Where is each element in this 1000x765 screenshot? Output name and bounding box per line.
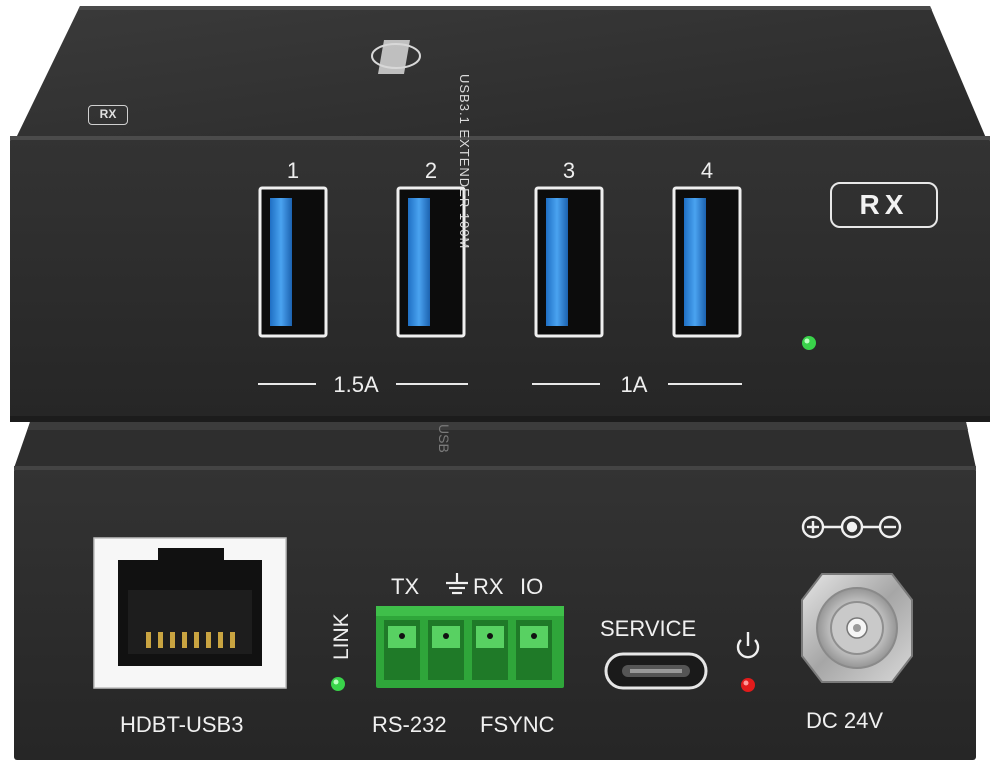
- top-model-print: USB3.1 EXTENDER 100M: [457, 74, 472, 250]
- usb-port-number-2: 2: [424, 158, 438, 183]
- dc-label: DC 24V: [806, 708, 884, 733]
- link-label: LINK: [330, 613, 353, 660]
- usb-port-number-3: 3: [562, 158, 576, 183]
- rating-label-left: 1.5A: [333, 372, 379, 397]
- terminal-label-tx: TX: [391, 574, 420, 599]
- power-led: [741, 678, 755, 692]
- usb-port-2[interactable]: [396, 186, 466, 338]
- rx-badge: RX: [830, 182, 938, 228]
- terminal-block[interactable]: [376, 606, 564, 688]
- side-print: USB: [436, 424, 452, 453]
- terminal-label-io: IO: [520, 574, 544, 599]
- usb-c-service-port[interactable]: [604, 652, 708, 690]
- rj45-label: HDBT-USB3: [120, 712, 244, 737]
- rating-label-right: 1A: [620, 372, 648, 397]
- usb-port-1[interactable]: [258, 186, 328, 338]
- service-label: SERVICE: [600, 616, 697, 641]
- rx-small-badge: RX: [88, 105, 128, 125]
- usb-port-number-1: 1: [286, 158, 300, 183]
- terminal-label-rx: RX: [473, 574, 504, 599]
- usb-port-4[interactable]: [672, 186, 742, 338]
- link-led: [331, 677, 345, 691]
- rx-status-led: [802, 336, 816, 350]
- product-photo: [10, 6, 990, 760]
- rj45-port[interactable]: [93, 537, 287, 689]
- rs232-label: RS-232: [372, 712, 447, 737]
- usb-port-3[interactable]: [534, 186, 604, 338]
- dc-power-jack[interactable]: [801, 573, 913, 683]
- fsync-label: FSYNC: [480, 712, 555, 737]
- usb-port-number-4: 4: [700, 158, 714, 183]
